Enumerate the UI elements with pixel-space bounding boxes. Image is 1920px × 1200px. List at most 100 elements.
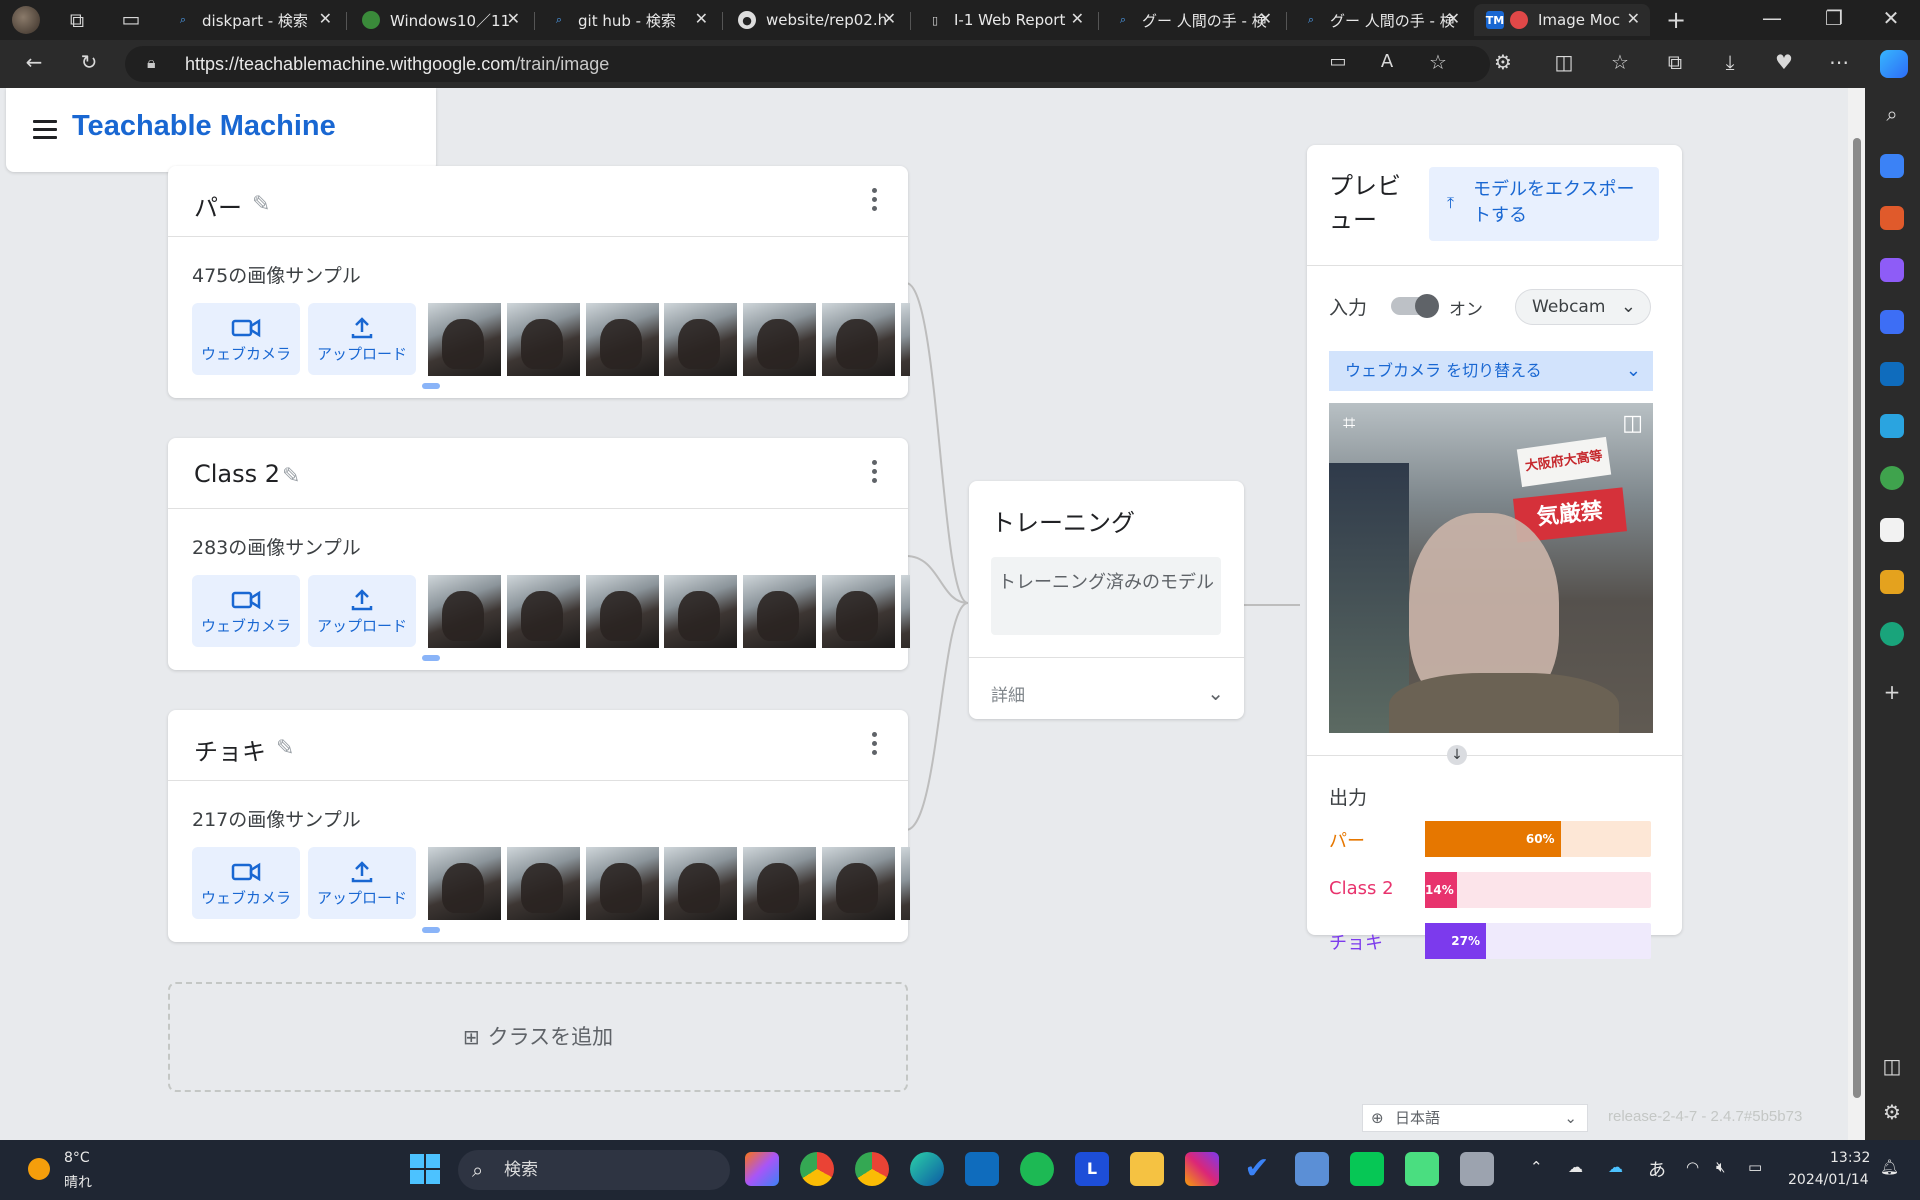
- show-hidden-icons[interactable]: ⌃: [1530, 1158, 1543, 1176]
- edit-pencil-icon[interactable]: ✎: [252, 192, 270, 217]
- copilot-sidebar-icon[interactable]: [1880, 310, 1904, 334]
- sample-thumbnail[interactable]: [664, 303, 737, 376]
- input-toggle[interactable]: [1391, 294, 1439, 318]
- page-scrollbar[interactable]: [1848, 88, 1865, 1140]
- profile-avatar[interactable]: [12, 6, 40, 34]
- edge-icon[interactable]: [910, 1152, 944, 1186]
- todo-check-icon[interactable]: ✔: [1240, 1152, 1274, 1186]
- close-tab-icon[interactable]: ✕: [1447, 9, 1460, 28]
- chevron-down-icon[interactable]: ⌄: [1207, 681, 1224, 705]
- sample-thumbnail[interactable]: [901, 303, 910, 376]
- collapse-arrow-icon[interactable]: ↓: [1447, 745, 1467, 765]
- sample-thumbnail[interactable]: [428, 847, 501, 920]
- close-tab-icon[interactable]: ✕: [695, 9, 708, 28]
- read-aloud-icon[interactable]: A: [1373, 51, 1401, 72]
- scrollbar-thumb[interactable]: [1853, 138, 1861, 1098]
- chatgpt-icon[interactable]: [1880, 622, 1904, 646]
- weather-sun-icon[interactable]: [28, 1158, 50, 1180]
- start-windows-icon[interactable]: [410, 1154, 440, 1184]
- sample-thumbnail[interactable]: [901, 575, 910, 648]
- restore-icon[interactable]: ❐: [1820, 6, 1848, 30]
- tab-github-website[interactable]: ● website/rep02.h ✕: [726, 4, 906, 36]
- sample-thumbnail[interactable]: [743, 575, 816, 648]
- camera-permission-icon[interactable]: ▭: [1324, 51, 1352, 72]
- browser-essentials-icon[interactable]: ♥: [1770, 50, 1798, 74]
- sample-thumbnail[interactable]: [507, 847, 580, 920]
- thumbnail-scrollbar[interactable]: [422, 927, 440, 933]
- class-name[interactable]: パー: [194, 188, 242, 223]
- search-icon[interactable]: ⌕: [1878, 102, 1906, 126]
- crop-icon[interactable]: ⌗: [1343, 411, 1355, 436]
- class-options-icon[interactable]: [872, 188, 878, 215]
- switch-camera-select[interactable]: ウェブカメラ を切り替える ⌄: [1329, 351, 1653, 391]
- downloads-icon[interactable]: ⤓: [1716, 50, 1744, 74]
- games-icon[interactable]: [1880, 258, 1904, 282]
- kakao-icon[interactable]: [1880, 570, 1904, 594]
- back-icon[interactable]: ←: [20, 50, 48, 74]
- tab-windows[interactable]: Windows10／11 ✕: [350, 4, 530, 36]
- outlook-icon[interactable]: [1880, 362, 1904, 386]
- sample-thumbnail[interactable]: [428, 303, 501, 376]
- close-tab-icon[interactable]: ✕: [507, 9, 520, 28]
- webcam-button[interactable]: ウェブカメラ: [192, 303, 300, 375]
- line-icon[interactable]: [1350, 1152, 1384, 1186]
- sample-thumbnail[interactable]: [664, 575, 737, 648]
- copilot-pre-icon[interactable]: [745, 1152, 779, 1186]
- tree-icon[interactable]: [1880, 466, 1904, 490]
- upload-button[interactable]: アップロード: [308, 303, 416, 375]
- notification-bell-icon[interactable]: 🔔︎: [1880, 1158, 1899, 1176]
- input-source-select[interactable]: Webcam ⌄: [1515, 289, 1651, 325]
- sample-thumbnail[interactable]: [507, 303, 580, 376]
- extensions-icon[interactable]: ⚙: [1489, 50, 1517, 74]
- upload-button[interactable]: アップロード: [308, 847, 416, 919]
- tools-icon[interactable]: [1880, 206, 1904, 230]
- sample-thumbnail[interactable]: [664, 847, 737, 920]
- tab-actions-icon[interactable]: ▭: [117, 7, 145, 31]
- clock-date[interactable]: 2024/01/14: [1788, 1172, 1869, 1188]
- split-screen-icon[interactable]: ◫: [1550, 50, 1578, 74]
- thumbnail-scrollbar[interactable]: [422, 383, 440, 389]
- instagram-icon[interactable]: [1185, 1152, 1219, 1186]
- more-menu-icon[interactable]: ⋯: [1825, 50, 1853, 74]
- upload-button[interactable]: アップロード: [308, 575, 416, 647]
- sample-thumbnail[interactable]: [586, 303, 659, 376]
- close-window-icon[interactable]: ✕: [1877, 6, 1905, 30]
- spotify-icon[interactable]: [1020, 1152, 1054, 1186]
- close-tab-icon[interactable]: ✕: [319, 9, 332, 28]
- new-tab-icon[interactable]: +: [1662, 6, 1690, 34]
- file-explorer-icon[interactable]: [1130, 1152, 1164, 1186]
- close-tab-icon[interactable]: ✕: [883, 9, 896, 28]
- taskbar-search[interactable]: ⌕ 検索: [458, 1150, 730, 1190]
- add-class-button[interactable]: ⊞ クラスを追加: [168, 982, 908, 1092]
- cloud-icon[interactable]: ☁: [1568, 1158, 1583, 1176]
- flip-icon[interactable]: ◫: [1622, 411, 1643, 436]
- refresh-icon[interactable]: ↻: [75, 50, 103, 74]
- language-select[interactable]: ⊕ 日本語 ⌄: [1362, 1104, 1588, 1132]
- tab-image-model[interactable]: TM Image Moc ✕: [1474, 4, 1650, 36]
- sample-thumbnail[interactable]: [822, 847, 895, 920]
- sample-thumbnail[interactable]: [507, 575, 580, 648]
- close-tab-icon[interactable]: ✕: [1627, 9, 1640, 28]
- tab-hand-search-2[interactable]: ⌕ グー 人間の手 - 検 ✕: [1290, 4, 1470, 36]
- minimize-icon[interactable]: —: [1758, 6, 1786, 30]
- wifi-icon[interactable]: ◠: [1686, 1158, 1699, 1176]
- class-options-icon[interactable]: [872, 732, 878, 759]
- favorites-icon[interactable]: ☆: [1606, 50, 1634, 74]
- outlook-new-icon[interactable]: [965, 1152, 999, 1186]
- sample-thumbnail[interactable]: [822, 575, 895, 648]
- app-icon[interactable]: [1880, 518, 1904, 542]
- send-icon[interactable]: [1880, 414, 1904, 438]
- class-name[interactable]: チョキ: [194, 732, 266, 767]
- edit-pencil-icon[interactable]: ✎: [282, 464, 300, 489]
- onedrive-icon[interactable]: ☁: [1608, 1158, 1623, 1176]
- photos-icon[interactable]: [1295, 1152, 1329, 1186]
- advanced-details-toggle[interactable]: 詳細: [991, 681, 1025, 706]
- tab-diskpart[interactable]: ⌕ diskpart - 検索 ✕: [162, 4, 342, 36]
- webcam-button[interactable]: ウェブカメラ: [192, 847, 300, 919]
- sidebar-toggle-icon[interactable]: ◫: [1878, 1054, 1906, 1078]
- chrome-profile-icon[interactable]: [855, 1152, 889, 1186]
- settings-gear-icon[interactable]: ⚙: [1878, 1100, 1906, 1124]
- copilot-icon[interactable]: [1880, 50, 1908, 78]
- weather-temperature[interactable]: 8°C: [64, 1150, 90, 1166]
- train-model-button[interactable]: トレーニング済みのモデル: [991, 557, 1221, 635]
